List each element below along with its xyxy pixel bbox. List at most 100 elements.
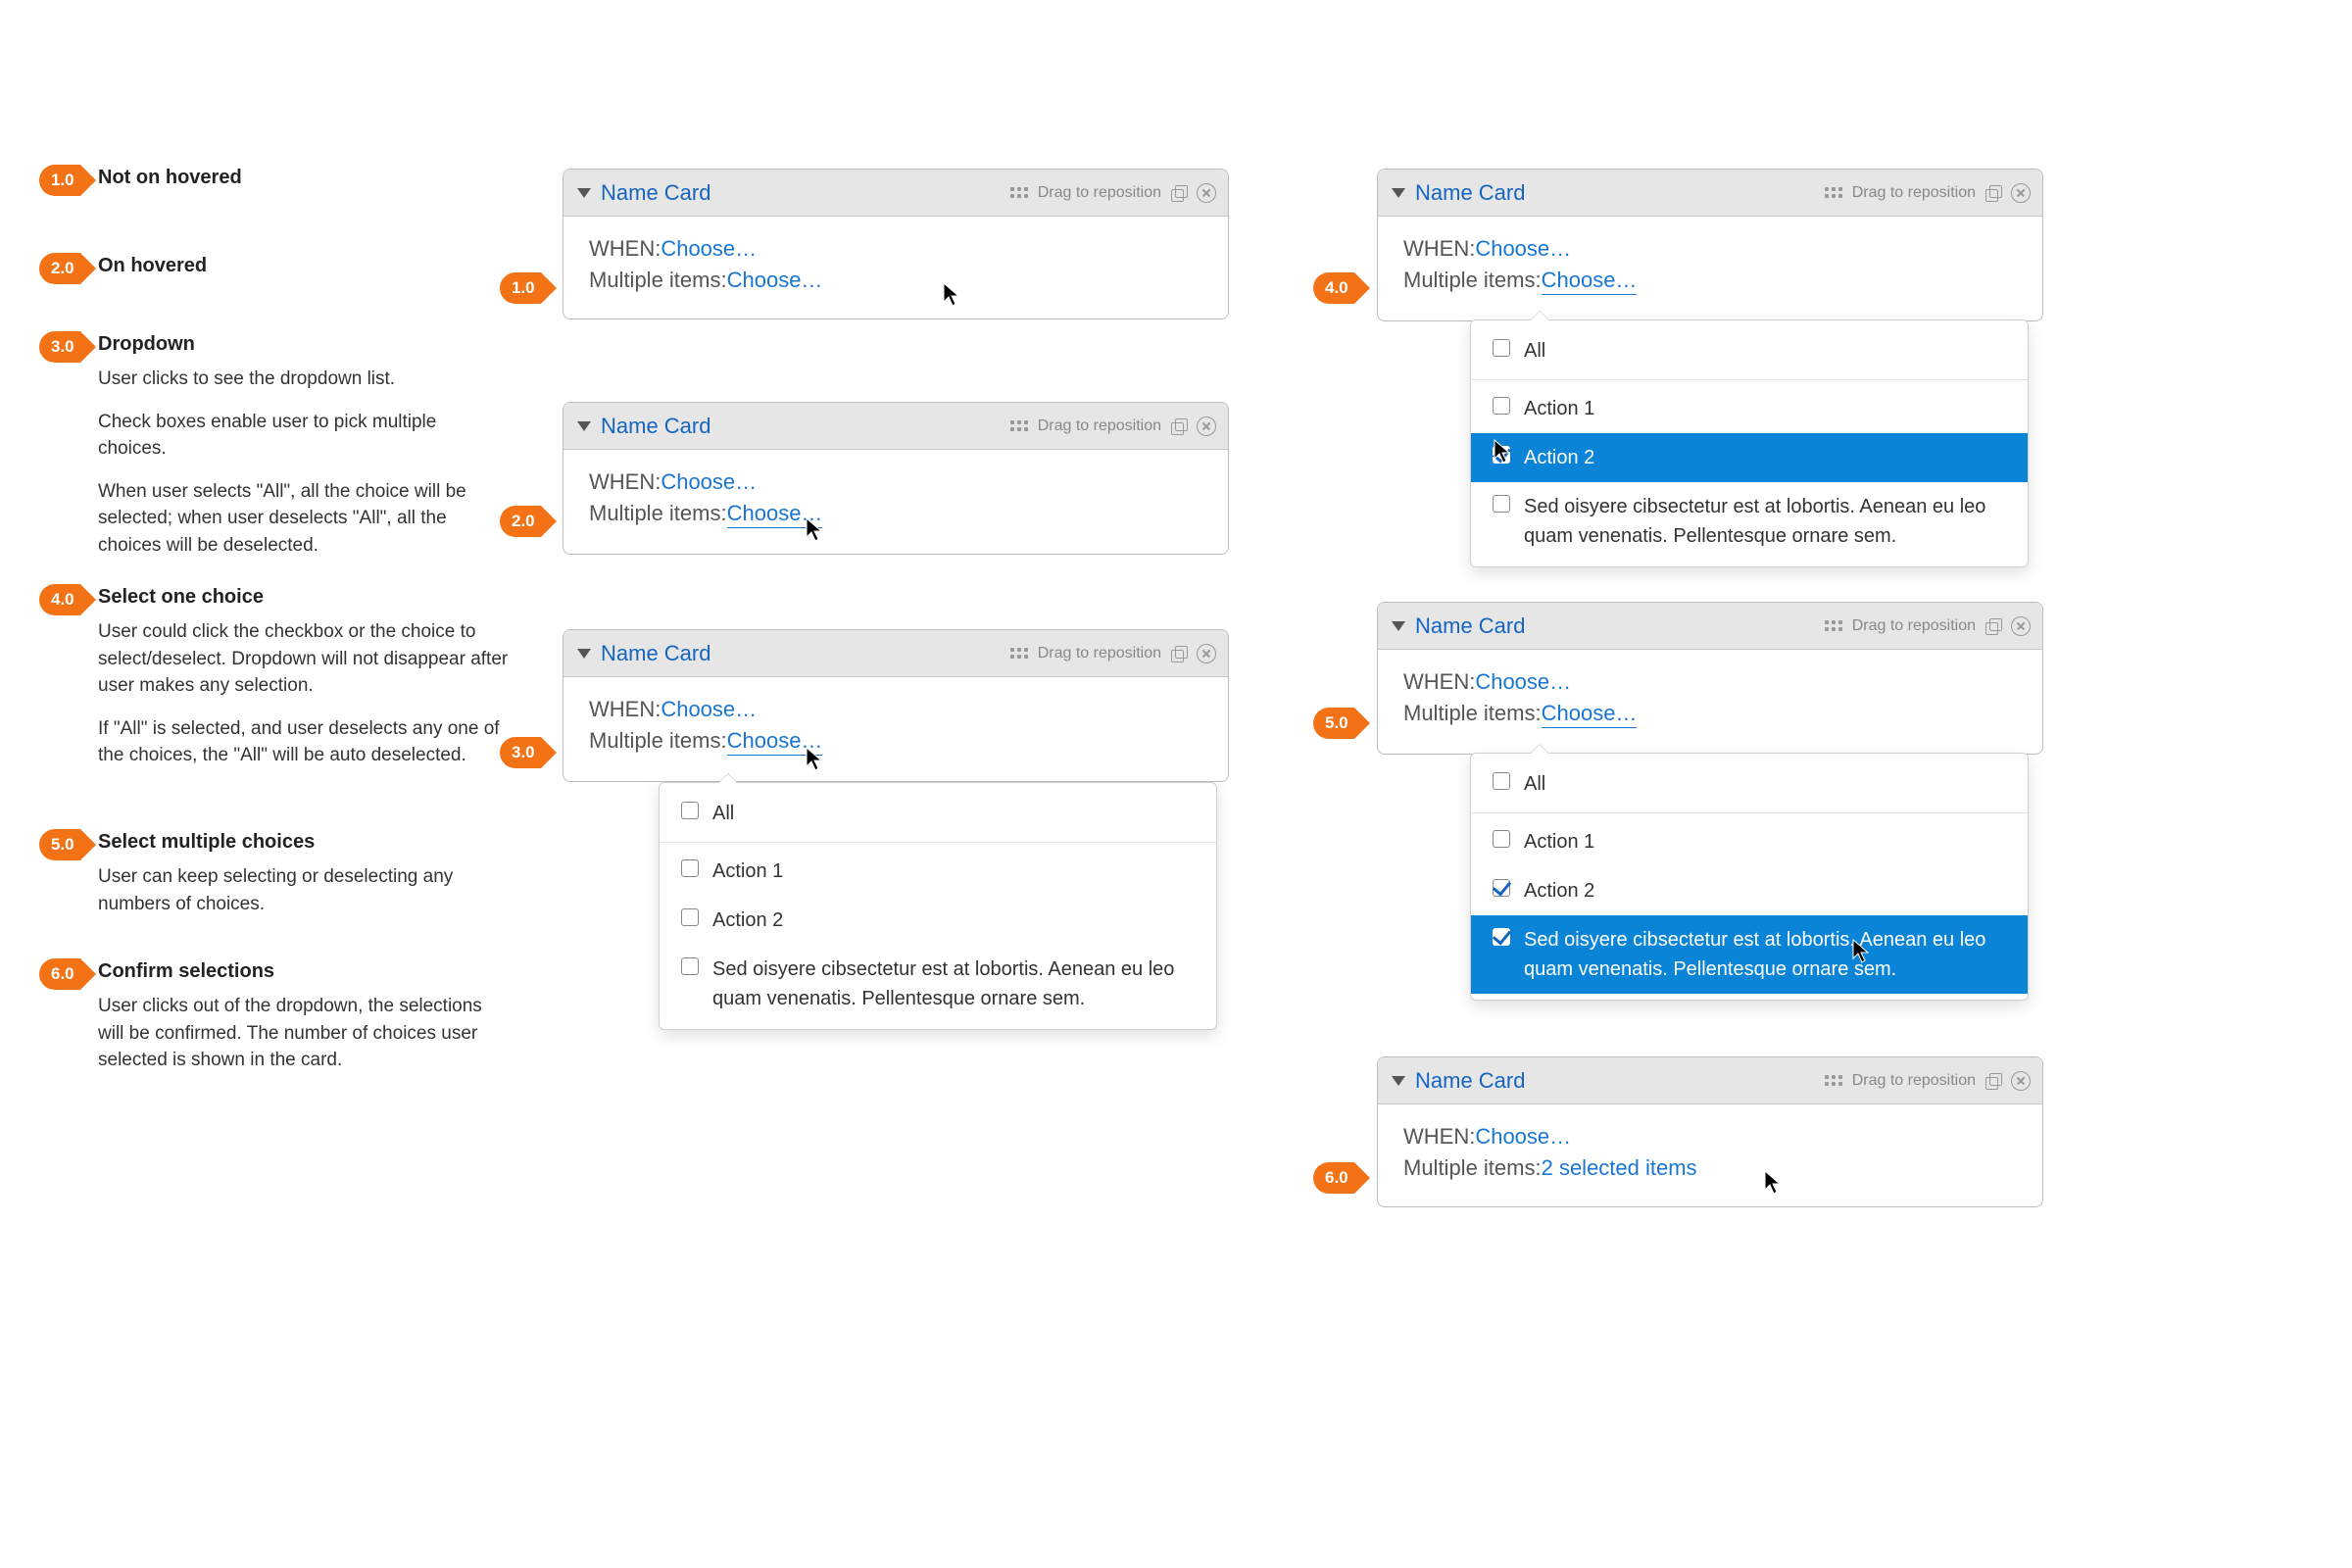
checkbox[interactable] bbox=[681, 957, 699, 975]
multi-dropdown-state-3[interactable]: All Action 1 Action 2 Sed oisyere cibsec… bbox=[659, 782, 1217, 1030]
collapse-icon[interactable] bbox=[1392, 188, 1405, 198]
collapse-icon[interactable] bbox=[1392, 1076, 1405, 1086]
duplicate-icon[interactable] bbox=[1985, 1073, 2001, 1089]
dd-label: Sed oisyere cibsectetur est at lobortis.… bbox=[712, 955, 1195, 1013]
dd-item-all[interactable]: All bbox=[660, 789, 1216, 838]
multi-dropdown-state-5[interactable]: All Action 1 Action 2 Sed oisyere cibsec… bbox=[1470, 753, 2029, 1001]
drag-grip-icon[interactable] bbox=[1010, 187, 1028, 198]
drag-grip-icon[interactable] bbox=[1825, 620, 1842, 631]
card-header[interactable]: Name Card Drag to reposition bbox=[564, 170, 1228, 217]
close-icon[interactable] bbox=[2011, 183, 2031, 203]
dd-label: All bbox=[712, 799, 734, 828]
dd-item-long[interactable]: Sed oisyere cibsectetur est at lobortis.… bbox=[1471, 482, 2028, 561]
close-icon[interactable] bbox=[1197, 416, 1216, 436]
multi-label: Multiple items: bbox=[1403, 1155, 1542, 1181]
legend-para: User clicks to see the dropdown list. bbox=[98, 366, 510, 393]
multi-choose-link-open[interactable]: Choose… bbox=[1542, 701, 1638, 728]
legend-title: Dropdown bbox=[98, 333, 510, 356]
name-card-state-6: Name Card Drag to reposition WHEN: Choos… bbox=[1377, 1056, 2043, 1207]
drag-label: Drag to reposition bbox=[1852, 1072, 1976, 1090]
drag-label: Drag to reposition bbox=[1038, 184, 1161, 202]
dropdown-notch-icon bbox=[718, 774, 738, 784]
dd-item-action2-checked[interactable]: Action 2 bbox=[1471, 866, 2028, 915]
card-header[interactable]: Name Card Drag to reposition bbox=[564, 630, 1228, 677]
when-choose-link[interactable]: Choose… bbox=[661, 236, 757, 262]
checkbox[interactable] bbox=[1493, 397, 1510, 415]
cursor-icon bbox=[806, 747, 823, 772]
multi-choose-link[interactable]: Choose… bbox=[727, 268, 823, 293]
close-icon[interactable] bbox=[2011, 616, 2031, 636]
legend-para: User could click the checkbox or the cho… bbox=[98, 618, 510, 700]
card-header[interactable]: Name Card Drag to reposition bbox=[1378, 603, 2042, 650]
when-choose-link[interactable]: Choose… bbox=[1475, 669, 1571, 695]
checkbox-checked[interactable] bbox=[1493, 928, 1510, 946]
checkbox[interactable] bbox=[1493, 772, 1510, 790]
legend-para: When user selects "All", all the choice … bbox=[98, 478, 510, 560]
close-icon[interactable] bbox=[1197, 183, 1216, 203]
when-label: WHEN: bbox=[589, 469, 661, 495]
collapse-icon[interactable] bbox=[1392, 621, 1405, 631]
dd-item-long[interactable]: Sed oisyere cibsectetur est at lobortis.… bbox=[660, 945, 1216, 1023]
card-header[interactable]: Name Card Drag to reposition bbox=[564, 403, 1228, 450]
checkbox[interactable] bbox=[1493, 339, 1510, 357]
multi-selected-summary[interactable]: 2 selected items bbox=[1542, 1155, 1697, 1181]
when-choose-link[interactable]: Choose… bbox=[1475, 236, 1571, 262]
dd-item-long-selected[interactable]: Sed oisyere cibsectetur est at lobortis.… bbox=[1471, 915, 2028, 994]
dd-label: Action 1 bbox=[1524, 827, 1594, 857]
card-title: Name Card bbox=[601, 180, 710, 206]
dd-item-action2-selected[interactable]: Action 2 bbox=[1471, 433, 2028, 482]
cursor-icon bbox=[1852, 939, 1870, 964]
dd-separator bbox=[1471, 812, 2028, 813]
legend-para: Check boxes enable user to pick multiple… bbox=[98, 409, 510, 463]
dd-item-all[interactable]: All bbox=[1471, 326, 2028, 375]
collapse-icon[interactable] bbox=[577, 421, 591, 431]
checkbox[interactable] bbox=[1493, 495, 1510, 513]
card-header[interactable]: Name Card Drag to reposition bbox=[1378, 170, 2042, 217]
checkbox[interactable] bbox=[1493, 830, 1510, 848]
drag-label: Drag to reposition bbox=[1038, 645, 1161, 662]
card-header[interactable]: Name Card Drag to reposition bbox=[1378, 1057, 2042, 1104]
duplicate-icon[interactable] bbox=[1171, 418, 1187, 434]
collapse-icon[interactable] bbox=[577, 188, 591, 198]
multi-dropdown-state-4[interactable]: All Action 1 Action 2 Sed oisyere cibsec… bbox=[1470, 319, 2029, 567]
when-choose-link[interactable]: Choose… bbox=[1475, 1124, 1571, 1150]
checkbox-checked[interactable] bbox=[1493, 879, 1510, 897]
drag-label: Drag to reposition bbox=[1852, 617, 1976, 635]
checkbox[interactable] bbox=[681, 908, 699, 926]
dd-item-action1[interactable]: Action 1 bbox=[1471, 384, 2028, 433]
collapse-icon[interactable] bbox=[577, 649, 591, 659]
dd-item-action1[interactable]: Action 1 bbox=[660, 847, 1216, 896]
duplicate-icon[interactable] bbox=[1985, 185, 2001, 201]
dd-item-all[interactable]: All bbox=[1471, 760, 2028, 808]
drag-grip-icon[interactable] bbox=[1825, 1075, 1842, 1086]
legend-item-1: Not on hovered bbox=[98, 167, 510, 199]
dd-item-action1[interactable]: Action 1 bbox=[1471, 817, 2028, 866]
legend-item-4: Select one choice User could click the c… bbox=[98, 586, 510, 785]
dd-label: Action 2 bbox=[712, 906, 783, 935]
when-choose-link[interactable]: Choose… bbox=[661, 697, 757, 722]
duplicate-icon[interactable] bbox=[1171, 646, 1187, 662]
name-card-state-4: Name Card Drag to reposition WHEN: Choos… bbox=[1377, 169, 2043, 321]
duplicate-icon[interactable] bbox=[1171, 185, 1187, 201]
duplicate-icon[interactable] bbox=[1985, 618, 2001, 634]
drag-grip-icon[interactable] bbox=[1010, 420, 1028, 431]
card-title: Name Card bbox=[1415, 1068, 1525, 1094]
close-icon[interactable] bbox=[2011, 1071, 2031, 1091]
dd-separator bbox=[1471, 379, 2028, 380]
when-label: WHEN: bbox=[1403, 236, 1475, 262]
legend-marker-5: 5.0 bbox=[39, 829, 96, 860]
state-marker-2: 2.0 bbox=[500, 506, 557, 537]
checkbox[interactable] bbox=[681, 802, 699, 819]
checkbox[interactable] bbox=[681, 859, 699, 877]
legend-marker-4: 4.0 bbox=[39, 584, 96, 615]
when-label: WHEN: bbox=[589, 236, 661, 262]
multi-choose-link-open[interactable]: Choose… bbox=[1542, 268, 1638, 295]
dd-item-action2[interactable]: Action 2 bbox=[660, 896, 1216, 945]
when-choose-link[interactable]: Choose… bbox=[661, 469, 757, 495]
legend-title: Not on hovered bbox=[98, 167, 510, 189]
drag-grip-icon[interactable] bbox=[1825, 187, 1842, 198]
close-icon[interactable] bbox=[1197, 644, 1216, 663]
drag-grip-icon[interactable] bbox=[1010, 648, 1028, 659]
multi-label: Multiple items: bbox=[1403, 701, 1542, 726]
legend-title: Select multiple choices bbox=[98, 831, 510, 854]
